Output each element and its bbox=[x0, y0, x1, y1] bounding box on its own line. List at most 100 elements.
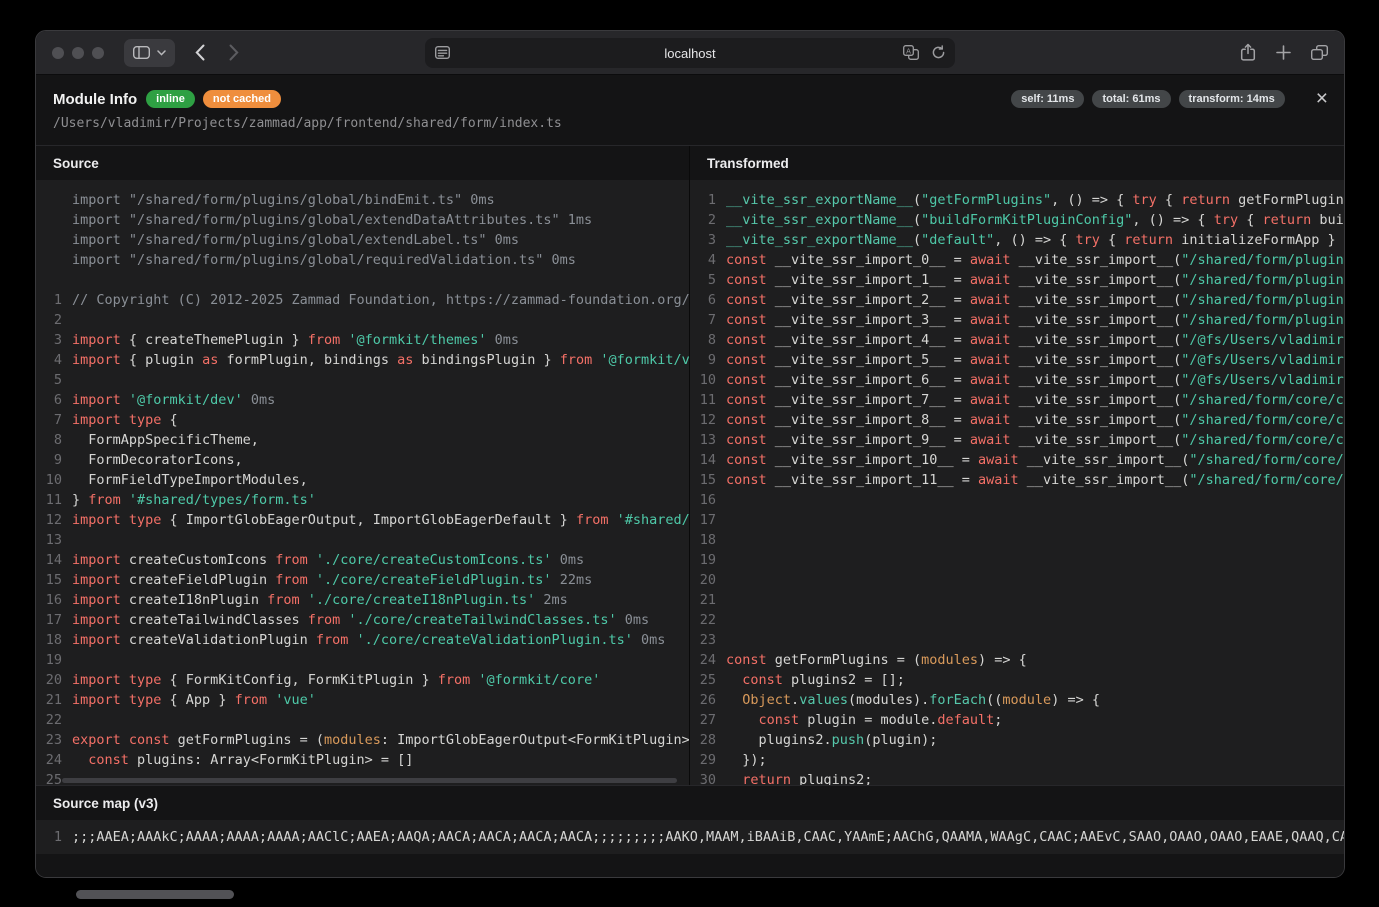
code-line: 30 return plugins2; bbox=[690, 770, 1344, 785]
code-line: 11} from '#shared/types/form.ts' bbox=[36, 490, 689, 510]
translate-icon[interactable]: A bbox=[903, 45, 919, 60]
reload-icon[interactable] bbox=[931, 45, 946, 60]
code-line: import "/shared/form/plugins/global/exte… bbox=[36, 210, 689, 230]
code-line: 2__vite_ssr_exportName__("buildFormKitPl… bbox=[690, 210, 1344, 230]
sourcemap-code-lines: 1;;;AAEA;AAAkC;AAAA;AAAA;AAAA;AAClC;AAEA… bbox=[36, 827, 1344, 847]
code-line: 22 bbox=[36, 710, 689, 730]
code-line: 24const getFormPlugins = (modules) => { bbox=[690, 650, 1344, 670]
badge-inline: inline bbox=[146, 90, 195, 108]
share-icon[interactable] bbox=[1240, 43, 1256, 62]
code-line: 14import createCustomIcons from './core/… bbox=[36, 550, 689, 570]
back-button[interactable] bbox=[195, 44, 205, 61]
close-window-icon[interactable] bbox=[52, 47, 64, 59]
module-path: /Users/vladimir/Projects/zammad/app/fron… bbox=[53, 116, 1328, 131]
code-line: 3__vite_ssr_exportName__("default", () =… bbox=[690, 230, 1344, 250]
code-line: 6import '@formkit/dev' 0ms bbox=[36, 390, 689, 410]
browser-toolbar: localhost A bbox=[36, 31, 1344, 75]
code-line: 15import createFieldPlugin from './core/… bbox=[36, 570, 689, 590]
code-line: 20 bbox=[690, 570, 1344, 590]
code-line: 27 const plugin = module.default; bbox=[690, 710, 1344, 730]
code-line: 11const __vite_ssr_import_7__ = await __… bbox=[690, 390, 1344, 410]
timing-pill: transform: 14ms bbox=[1179, 90, 1285, 108]
page-header: Module Info inline not cached self: 11ms t… bbox=[36, 75, 1344, 145]
code-line: 21import type { App } from 'vue' bbox=[36, 690, 689, 710]
code-line: 24 const plugins: Array<FormKitPlugin> =… bbox=[36, 750, 689, 770]
code-line: 28 plugins2.push(plugin); bbox=[690, 730, 1344, 750]
code-line: 9 FormDecoratorIcons, bbox=[36, 450, 689, 470]
code-line: import "/shared/form/plugins/global/exte… bbox=[36, 230, 689, 250]
header-badges: inline not cached bbox=[146, 90, 281, 108]
code-line: 19 bbox=[690, 550, 1344, 570]
code-line: 6const __vite_ssr_import_2__ = await __v… bbox=[690, 290, 1344, 310]
badge-not-cached: not cached bbox=[203, 90, 281, 108]
forward-button[interactable] bbox=[229, 44, 239, 61]
code-line: 23 bbox=[690, 630, 1344, 650]
transformed-panel: Transformed 1__vite_ssr_exportName__("ge… bbox=[690, 146, 1344, 785]
source-panel-title: Source bbox=[36, 146, 689, 180]
module-info-page: Module Info inline not cached self: 11ms t… bbox=[36, 75, 1344, 877]
sourcemap-title: Source map (v3) bbox=[36, 786, 1344, 820]
code-line: 1__vite_ssr_exportName__("getFormPlugins… bbox=[690, 190, 1344, 210]
transformed-code-lines: 1__vite_ssr_exportName__("getFormPlugins… bbox=[690, 190, 1344, 785]
code-line: 23export const getFormPlugins = (modules… bbox=[36, 730, 689, 750]
browser-window: localhost A bbox=[35, 30, 1345, 878]
bottom-scrollbar-thumb[interactable] bbox=[76, 890, 234, 899]
sourcemap-code: 1;;;AAEA;AAAkC;AAAA;AAAA;AAAA;AAClC;AAEA… bbox=[36, 820, 1344, 854]
code-line: 18 bbox=[690, 530, 1344, 550]
code-line: 8 FormAppSpecificTheme, bbox=[36, 430, 689, 450]
code-line: 2 bbox=[36, 310, 689, 330]
code-line: 3import { createThemePlugin } from '@for… bbox=[36, 330, 689, 350]
code-line: import "/shared/form/plugins/global/bind… bbox=[36, 190, 689, 210]
code-line: 16import createI18nPlugin from './core/c… bbox=[36, 590, 689, 610]
code-line: 12import type { ImportGlobEagerOutput, I… bbox=[36, 510, 689, 530]
code-line: 25 const plugins2 = []; bbox=[690, 670, 1344, 690]
transformed-panel-title: Transformed bbox=[690, 146, 1344, 180]
new-tab-icon[interactable] bbox=[1276, 45, 1291, 60]
code-line: 14const __vite_ssr_import_10__ = await _… bbox=[690, 450, 1344, 470]
url-bar[interactable]: localhost A bbox=[425, 38, 955, 68]
code-line: 13const __vite_ssr_import_9__ = await __… bbox=[690, 430, 1344, 450]
page-title: Module Info bbox=[53, 91, 137, 108]
code-line: 29 }); bbox=[690, 750, 1344, 770]
code-line: 1;;;AAEA;AAAkC;AAAA;AAAA;AAAA;AAClC;AAEA… bbox=[36, 827, 1344, 847]
code-line: 1// Copyright (C) 2012-2025 Zammad Found… bbox=[36, 290, 689, 310]
code-line: 15const __vite_ssr_import_11__ = await _… bbox=[690, 470, 1344, 490]
svg-text:A: A bbox=[906, 47, 911, 55]
url-text: localhost bbox=[425, 38, 955, 68]
code-line: 21 bbox=[690, 590, 1344, 610]
code-panels: Source import "/shared/form/plugins/glob… bbox=[36, 145, 1344, 785]
code-line: 4import { plugin as formPlugin, bindings… bbox=[36, 350, 689, 370]
code-line: import "/shared/form/plugins/global/requ… bbox=[36, 250, 689, 270]
code-line: 5 bbox=[36, 370, 689, 390]
zoom-window-icon[interactable] bbox=[92, 47, 104, 59]
tab-overview-icon[interactable] bbox=[1311, 45, 1328, 60]
code-line: 16 bbox=[690, 490, 1344, 510]
header-timings: self: 11ms total: 61ms transform: 14ms bbox=[1011, 90, 1284, 108]
transformed-code: 1__vite_ssr_exportName__("getFormPlugins… bbox=[690, 180, 1344, 785]
code-line: 4const __vite_ssr_import_0__ = await __v… bbox=[690, 250, 1344, 270]
source-code-lines: import "/shared/form/plugins/global/bind… bbox=[36, 190, 689, 785]
traffic-lights bbox=[52, 47, 104, 59]
source-hscrollbar-thumb[interactable] bbox=[62, 778, 677, 783]
timing-pill: self: 11ms bbox=[1011, 90, 1084, 108]
minimize-window-icon[interactable] bbox=[72, 47, 84, 59]
code-line: 5const __vite_ssr_import_1__ = await __v… bbox=[690, 270, 1344, 290]
sidebar-icon bbox=[133, 46, 150, 59]
code-line: 20import type { FormKitConfig, FormKitPl… bbox=[36, 670, 689, 690]
sidebar-toggle-group[interactable] bbox=[124, 39, 175, 67]
code-line: 13 bbox=[36, 530, 689, 550]
code-line: 10 FormFieldTypeImportModules, bbox=[36, 470, 689, 490]
source-code: import "/shared/form/plugins/global/bind… bbox=[36, 180, 689, 785]
code-line: 18import createValidationPlugin from './… bbox=[36, 630, 689, 650]
timing-pill: total: 61ms bbox=[1092, 90, 1170, 108]
code-line: 26 Object.values(modules).forEach((modul… bbox=[690, 690, 1344, 710]
code-line: 22 bbox=[690, 610, 1344, 630]
code-line: 7const __vite_ssr_import_3__ = await __v… bbox=[690, 310, 1344, 330]
source-panel: Source import "/shared/form/plugins/glob… bbox=[36, 146, 690, 785]
code-line: 17 bbox=[690, 510, 1344, 530]
code-line: 8const __vite_ssr_import_4__ = await __v… bbox=[690, 330, 1344, 350]
code-line: 7import type { bbox=[36, 410, 689, 430]
close-button[interactable]: × bbox=[1316, 91, 1328, 107]
code-line: 12const __vite_ssr_import_8__ = await __… bbox=[690, 410, 1344, 430]
code-line: 9const __vite_ssr_import_5__ = await __v… bbox=[690, 350, 1344, 370]
